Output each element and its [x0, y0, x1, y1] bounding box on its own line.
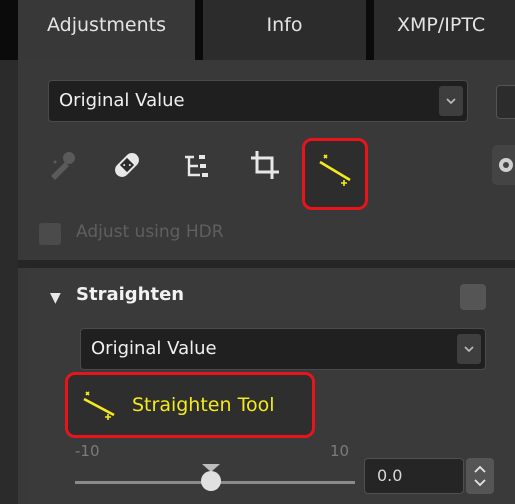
straighten-icon[interactable] — [318, 152, 352, 186]
chevron-down-icon[interactable] — [457, 334, 481, 364]
tab-bar: Adjustments Info XMP/IPTC — [0, 0, 515, 60]
hdr-checkbox[interactable] — [39, 223, 61, 245]
collapse-triangle-icon[interactable]: ▼ — [50, 290, 61, 306]
hdr-label: Adjust using HDR — [76, 222, 224, 242]
tab-adjustments[interactable]: Adjustments — [18, 0, 195, 60]
tab-label: Info — [266, 14, 303, 36]
preset-select-value: Original Value — [59, 90, 185, 111]
straighten-icon — [80, 389, 116, 421]
crop-icon[interactable] — [248, 148, 282, 182]
partial-control[interactable] — [496, 85, 515, 119]
slider-min-label: -10 — [75, 442, 100, 460]
tab-info[interactable]: Info — [203, 0, 366, 60]
straighten-slider-thumb[interactable] — [201, 471, 221, 491]
straighten-value: 0.0 — [377, 466, 403, 485]
slider-max-label: 10 — [330, 442, 350, 460]
retouch-brush-icon[interactable] — [45, 148, 79, 182]
tab-xmp-iptc[interactable]: XMP/IPTC — [374, 0, 515, 60]
section-enable-checkbox[interactable] — [460, 284, 486, 310]
tab-label: XMP/IPTC — [397, 14, 486, 36]
gear-icon[interactable] — [492, 145, 515, 185]
bandage-icon[interactable] — [110, 148, 144, 182]
straighten-tool-label: Straighten Tool — [132, 394, 275, 416]
straighten-value-field[interactable]: 0.0 — [364, 458, 464, 494]
value-stepper[interactable] — [466, 458, 494, 494]
preset-select[interactable]: Original Value — [48, 80, 468, 122]
tab-label: Adjustments — [47, 14, 166, 36]
straighten-tool-button[interactable]: Straighten Tool — [65, 372, 315, 438]
chevron-down-icon[interactable] — [439, 86, 463, 116]
straighten-preset-select[interactable]: Original Value — [80, 328, 486, 370]
levels-tree-icon[interactable] — [180, 148, 214, 182]
section-title[interactable]: Straighten — [76, 284, 184, 305]
section-divider — [18, 260, 515, 268]
straighten-select-value: Original Value — [91, 338, 217, 359]
